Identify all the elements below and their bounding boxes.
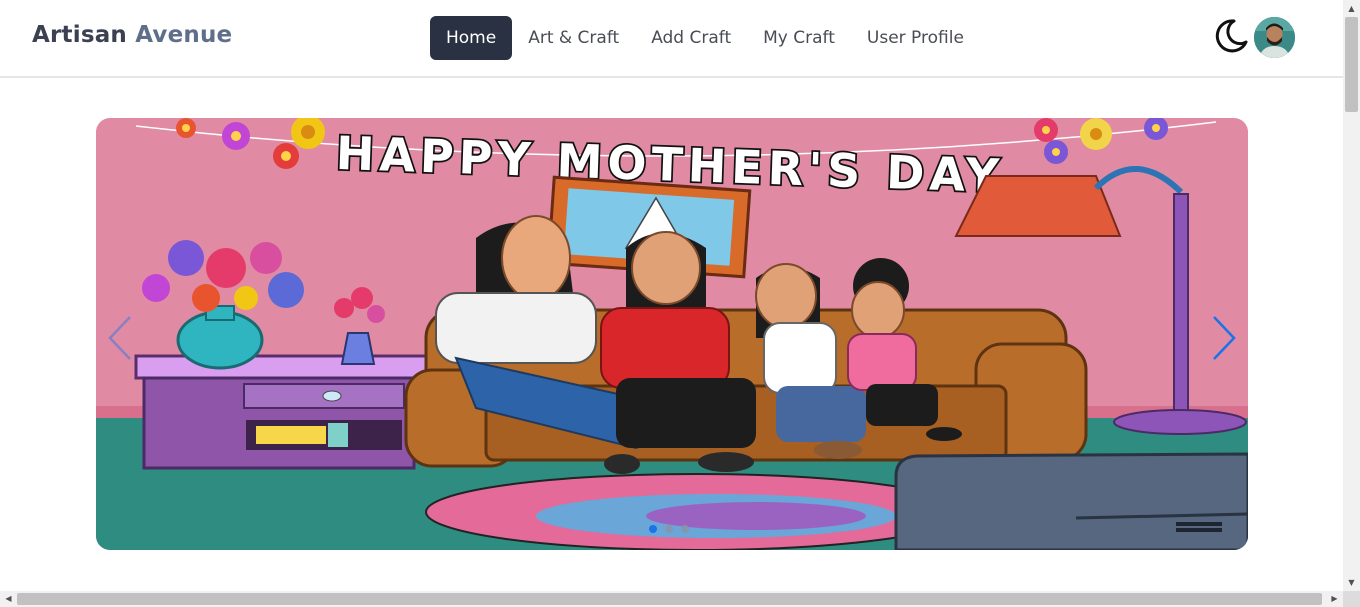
horizontal-scroll-thumb[interactable] xyxy=(17,593,1322,605)
brand-part-2: Avenue xyxy=(135,22,233,48)
user-avatar[interactable] xyxy=(1254,17,1295,58)
brand-logo[interactable]: Artisan Avenue xyxy=(32,22,232,48)
scroll-left-arrow-icon[interactable]: ◀ xyxy=(0,591,17,607)
horizontal-scrollbar[interactable]: ◀ ▶ xyxy=(0,591,1343,607)
nav-user-profile[interactable]: User Profile xyxy=(851,16,980,60)
nav-my-craft[interactable]: My Craft xyxy=(747,16,851,60)
brand-part-1: Artisan xyxy=(32,22,128,48)
scroll-down-arrow-icon[interactable]: ▼ xyxy=(1343,574,1360,591)
scroll-up-arrow-icon[interactable]: ▲ xyxy=(1343,0,1360,17)
scroll-right-arrow-icon[interactable]: ▶ xyxy=(1326,591,1343,607)
nav-add-craft[interactable]: Add Craft xyxy=(635,16,747,60)
nav-art-craft[interactable]: Art & Craft xyxy=(512,16,635,60)
moon-icon[interactable] xyxy=(1212,18,1248,54)
carousel-dot-2[interactable] xyxy=(665,525,673,533)
carousel-dot-3[interactable] xyxy=(681,525,689,533)
main-nav: Home Art & Craft Add Craft My Craft User… xyxy=(430,16,980,60)
carousel-pagination xyxy=(649,525,689,533)
vertical-scrollbar[interactable]: ▲ ▼ xyxy=(1343,0,1360,591)
vertical-scroll-thumb[interactable] xyxy=(1345,17,1358,112)
scrollbar-corner xyxy=(1343,591,1360,607)
chevron-left-icon[interactable] xyxy=(100,313,140,363)
page: Artisan Avenue Home Art & Craft Add Craf… xyxy=(0,0,1343,591)
chevron-right-icon[interactable] xyxy=(1204,313,1244,363)
carousel-slide-image: HAPPY MOTHER'S DAY xyxy=(96,118,1248,550)
carousel-dot-1[interactable] xyxy=(649,525,657,533)
nav-home[interactable]: Home xyxy=(430,16,513,60)
hero-carousel: HAPPY MOTHER'S DAY xyxy=(96,118,1248,550)
navbar: Artisan Avenue Home Art & Craft Add Craf… xyxy=(0,0,1343,78)
